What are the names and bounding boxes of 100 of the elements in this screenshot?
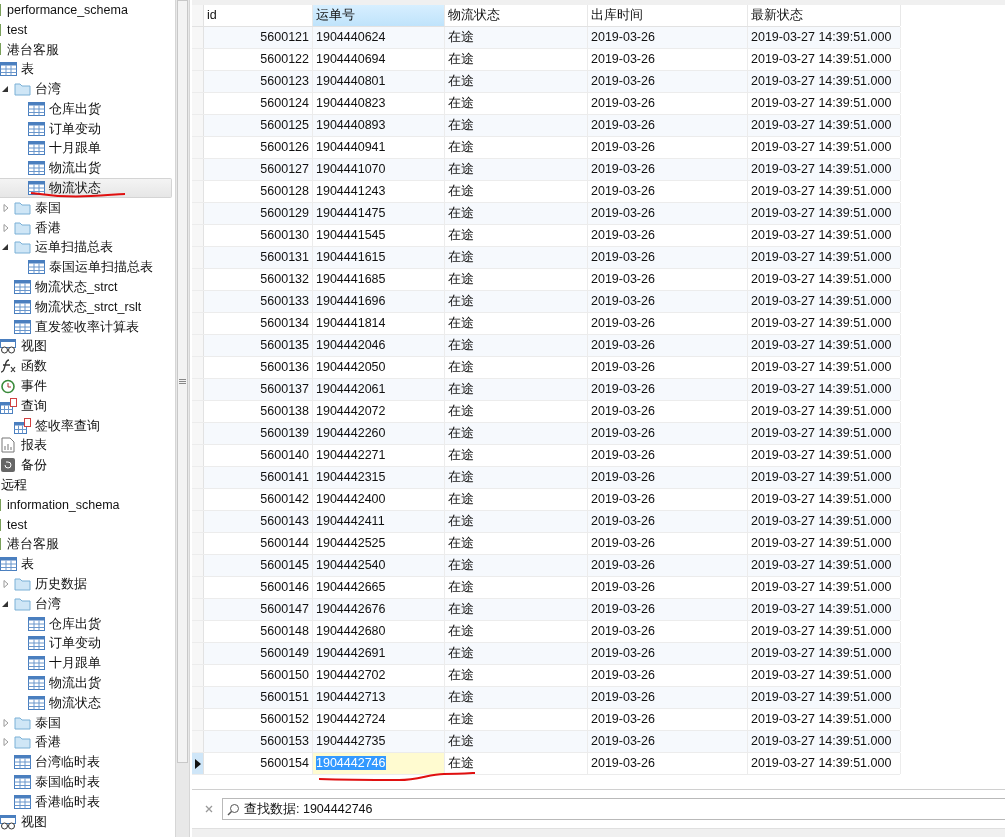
table-cell: 5600139 xyxy=(204,423,313,444)
tree-item-label[interactable]: 运单扫描总表 xyxy=(35,237,113,258)
tree-item-label[interactable]: 泰国运单扫描总表 xyxy=(49,257,153,278)
table-cell: 2019-03-26 xyxy=(588,137,748,158)
tree-item-label[interactable]: 查询 xyxy=(21,395,47,416)
table-cell: 2019-03-27 14:39:51.000 xyxy=(748,93,901,114)
tree-item-label[interactable]: 台湾 xyxy=(35,593,61,614)
table-cell: 2019-03-27 14:39:51.000 xyxy=(748,291,901,312)
expanded-arrow-icon[interactable] xyxy=(2,599,10,608)
table-cell: 2019-03-27 14:39:51.000 xyxy=(748,489,901,510)
tree-item-label[interactable]: 港台客服 xyxy=(7,534,59,555)
tree-item-label[interactable]: performance_schema xyxy=(7,0,128,20)
table-cell: 2019-03-26 xyxy=(588,181,748,202)
tree-item-label[interactable]: 泰国 xyxy=(35,712,61,733)
table-cell: 5600134 xyxy=(204,313,313,334)
tree-item-label[interactable]: 十月跟单 xyxy=(49,138,101,159)
folder-icon xyxy=(14,219,31,236)
table-icon xyxy=(28,120,45,137)
tree-item-label[interactable]: 物流状态_strct xyxy=(35,277,118,298)
table-cell: 2019-03-27 14:39:51.000 xyxy=(748,753,901,774)
selected-row-highlight[interactable]: 物流状态 xyxy=(0,178,172,198)
tree-item-label[interactable]: 直发签收率计算表 xyxy=(35,316,139,337)
collapsed-arrow-icon[interactable] xyxy=(2,580,10,588)
table-cell: 5600130 xyxy=(204,225,313,246)
table-cell: 1904442260 xyxy=(313,423,445,444)
tree-item-label[interactable]: 表 xyxy=(21,554,34,575)
table-icon xyxy=(14,773,31,790)
tree-item-label[interactable]: 订单变动 xyxy=(49,118,101,139)
column-header[interactable]: id xyxy=(204,5,313,26)
tree-item-label[interactable]: 泰国临时表 xyxy=(35,772,100,792)
folder-icon xyxy=(14,734,31,751)
tree-item-label[interactable]: 泰国 xyxy=(35,197,61,218)
tree-item-label[interactable]: 备份 xyxy=(21,455,47,476)
table-cell: 2019-03-26 xyxy=(588,357,748,378)
table-icon xyxy=(28,694,45,711)
tree-item-label[interactable]: 台湾临时表 xyxy=(35,752,100,773)
table-cell: 2019-03-27 14:39:51.000 xyxy=(748,203,901,224)
expanded-arrow-icon[interactable] xyxy=(2,85,10,94)
tree-item-label[interactable]: 历史数据 xyxy=(35,574,87,594)
find-text: 查找数据: 1904442746 xyxy=(244,800,373,818)
tree-item-label[interactable]: 仓库出货 xyxy=(49,98,101,119)
row-header[interactable] xyxy=(192,753,204,774)
folder-icon xyxy=(14,595,31,612)
expanded-arrow-icon[interactable] xyxy=(2,243,10,252)
table-cell: 2019-03-27 14:39:51.000 xyxy=(748,313,901,334)
find-field[interactable]: 查找数据: 1904442746 xyxy=(222,798,1005,820)
table-cell: 1904442400 xyxy=(313,489,445,510)
tree-item-label[interactable]: 事件 xyxy=(21,376,47,397)
tree-item-label[interactable]: 物流状态 xyxy=(49,178,101,199)
table-cell: 5600136 xyxy=(204,357,313,378)
scrollbar-thumb[interactable] xyxy=(177,0,188,763)
tree-item-label[interactable]: information_schema xyxy=(7,494,120,515)
table-cell: 2019-03-27 14:39:51.000 xyxy=(748,577,901,598)
tree-item-label[interactable]: 视图 xyxy=(21,336,47,357)
table-cell: 2019-03-26 xyxy=(588,379,748,400)
column-header[interactable]: 运单号 xyxy=(313,5,445,26)
tree-item-label[interactable]: test xyxy=(7,19,28,40)
table-cell: 1904442315 xyxy=(313,467,445,488)
tree-item-label[interactable]: 表 xyxy=(21,59,34,80)
collapsed-arrow-icon[interactable] xyxy=(2,738,10,747)
tree-item-label[interactable]: 签收率查询 xyxy=(35,415,100,436)
tree-item-label[interactable]: 函数 xyxy=(21,356,47,377)
tree-item-label[interactable]: 物流状态_strct_rslt xyxy=(35,296,142,317)
tree-item-label[interactable]: 物流出货 xyxy=(49,673,101,693)
table-cell: 在途 xyxy=(445,71,588,92)
collapsed-arrow-icon[interactable] xyxy=(2,203,10,212)
table-cell: 2019-03-27 14:39:51.000 xyxy=(748,115,901,136)
table-cell: 2019-03-26 xyxy=(588,335,748,356)
column-header[interactable]: 出库时间 xyxy=(588,5,748,26)
tree-item-label[interactable]: 物流出货 xyxy=(49,158,101,179)
collapsed-arrow-icon[interactable] xyxy=(2,223,10,232)
table-cell: 2019-03-27 14:39:51.000 xyxy=(748,335,901,356)
tree-item-label[interactable]: 仓库出货 xyxy=(49,613,101,634)
table-cell: 在途 xyxy=(445,159,588,180)
column-header[interactable]: 物流状态 xyxy=(445,5,588,26)
tree-item-label[interactable]: 远程 xyxy=(1,475,27,496)
tree-item-label[interactable]: 物流状态 xyxy=(49,692,101,713)
tree-item-label[interactable]: 香港 xyxy=(35,732,61,753)
tree-item-label[interactable]: 视图 xyxy=(21,811,47,832)
table-cell: 在途 xyxy=(445,643,588,664)
tree-item-label[interactable]: 十月跟单 xyxy=(49,653,101,674)
tree-item-label[interactable]: 香港 xyxy=(35,217,61,238)
scrollbar[interactable] xyxy=(175,0,190,837)
table-icon xyxy=(28,615,45,632)
column-header[interactable]: 最新状态 xyxy=(748,5,901,26)
table-cell: 在途 xyxy=(445,467,588,488)
table-cell: 5600124 xyxy=(204,93,313,114)
table-cell: 5600135 xyxy=(204,335,313,356)
tree-item-label[interactable]: 港台客服 xyxy=(7,39,59,60)
folder-icon xyxy=(14,714,31,731)
tree-item-label[interactable]: 订单变动 xyxy=(49,633,101,654)
table-cell: 2019-03-26 xyxy=(588,225,748,246)
table-cell: 5600152 xyxy=(204,709,313,730)
tree-item-label[interactable]: 香港临时表 xyxy=(35,791,100,812)
tree-item-label[interactable]: 台湾 xyxy=(35,79,61,100)
table-cell: 1904441070 xyxy=(313,159,445,180)
collapsed-arrow-icon[interactable] xyxy=(2,718,10,727)
table-cell: 在途 xyxy=(445,731,588,752)
tree-item-label[interactable]: 报表 xyxy=(21,435,47,456)
tree-item-label[interactable]: test xyxy=(7,514,28,535)
